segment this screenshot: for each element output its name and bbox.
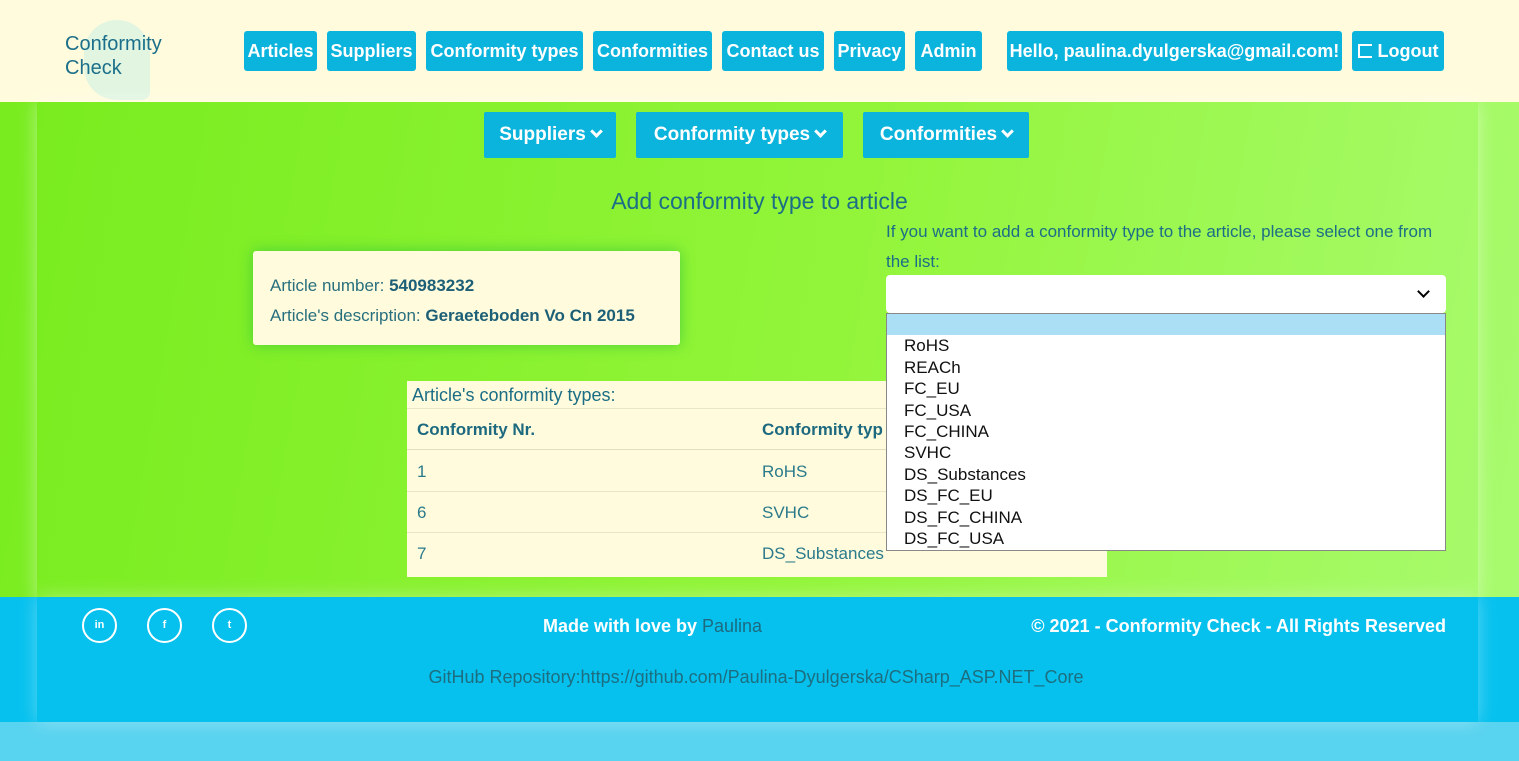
cell-conformity-nr: 6 <box>417 503 427 522</box>
nav-conformity-types[interactable]: Conformity types <box>426 31 583 71</box>
conformity-type-options-list: RoHS REACh FC_EU FC_USA FC_CHINA SVHC DS… <box>886 313 1446 551</box>
top-navbar: Conformity Check Articles Suppliers Conf… <box>0 0 1519 102</box>
nav-articles[interactable]: Articles <box>244 31 317 71</box>
nav-contact-us[interactable]: Contact us <box>722 31 824 71</box>
option-ds-fc-usa[interactable]: DS_FC_USA <box>887 528 1445 549</box>
select-instruction: If you want to add a conformity type to … <box>886 222 1433 271</box>
chevron-down-icon <box>1417 285 1430 298</box>
option-svhc[interactable]: SVHC <box>887 442 1445 463</box>
column-header-conformity-nr: Conformity Nr. <box>417 420 536 439</box>
article-info-card: Article number: 540983232 Article's desc… <box>253 251 680 345</box>
conformities-dropdown-button[interactable]: Conformities <box>863 112 1029 158</box>
logout-button[interactable]: Logout <box>1352 31 1444 71</box>
copyright: © 2021 - Conformity Check - All Rights R… <box>1031 616 1446 636</box>
chevron-down-icon <box>589 125 603 138</box>
chevron-down-icon <box>814 125 827 138</box>
logout-label: Logout <box>1377 41 1439 61</box>
cell-conformity-nr: 7 <box>417 544 427 563</box>
cell-conformity-nr: 1 <box>417 462 427 481</box>
nav-admin[interactable]: Admin <box>915 31 982 71</box>
brand-line-2: Check <box>65 57 122 79</box>
table-caption: Article's conformity types: <box>412 385 616 405</box>
chevron-down-icon <box>1001 125 1014 138</box>
conformity-type-select[interactable] <box>886 275 1446 313</box>
cell-conformity-type: RoHS <box>762 462 808 481</box>
cell-conformity-type: DS_Substances <box>762 544 884 563</box>
footer: in f t Made with love by Paulina © 2021 … <box>0 597 1519 722</box>
conformity-types-dropdown-label: Conformity types <box>653 124 811 145</box>
option-rohs[interactable]: RoHS <box>887 335 1445 356</box>
article-number-line: Article number: 540983232 <box>270 271 663 301</box>
column-header-conformity-type: Conformity typ <box>762 420 883 439</box>
option-fc-usa[interactable]: FC_USA <box>887 400 1445 421</box>
article-number-value: 540983232 <box>389 276 475 295</box>
conformities-dropdown-label: Conformities <box>879 124 998 145</box>
nav-conformities[interactable]: Conformities <box>593 31 712 71</box>
option-fc-eu[interactable]: FC_EU <box>887 378 1445 399</box>
github-repository-link[interactable]: GitHub Repository:https://github.com/Pau… <box>0 667 1512 688</box>
option-fc-china[interactable]: FC_CHINA <box>887 421 1445 442</box>
option-empty[interactable] <box>887 314 1445 336</box>
brand-line-1: Conformity <box>65 33 162 55</box>
article-number-label: Article number: <box>270 276 385 295</box>
cell-conformity-type: SVHC <box>762 503 810 522</box>
suppliers-dropdown-label: Suppliers <box>499 124 586 145</box>
article-description-value: Geraeteboden Vo Cn 2015 <box>425 306 635 325</box>
suppliers-dropdown-button[interactable]: Suppliers <box>484 112 616 158</box>
option-ds-substances[interactable]: DS_Substances <box>887 464 1445 485</box>
nav-user-greeting[interactable]: Hello, paulina.dyulgerska@gmail.com! <box>1007 31 1342 71</box>
nav-privacy[interactable]: Privacy <box>834 31 905 71</box>
page-title: Add conformity type to article <box>611 188 908 214</box>
article-description-line: Article's description: Geraeteboden Vo C… <box>270 301 663 331</box>
made-with-text: Made with love by <box>542 616 697 636</box>
article-description-label: Article's description: <box>270 306 421 325</box>
option-reach[interactable]: REACh <box>887 357 1445 378</box>
nav-suppliers[interactable]: Suppliers <box>327 31 416 71</box>
brand-logo[interactable]: Conformity Check <box>65 32 195 80</box>
logout-icon <box>1357 44 1372 58</box>
option-ds-fc-eu[interactable]: DS_FC_EU <box>887 485 1445 506</box>
option-ds-fc-china[interactable]: DS_FC_CHINA <box>887 507 1445 528</box>
conformity-types-dropdown-button[interactable]: Conformity types <box>636 112 843 158</box>
author-link[interactable]: Paulina <box>702 616 762 636</box>
